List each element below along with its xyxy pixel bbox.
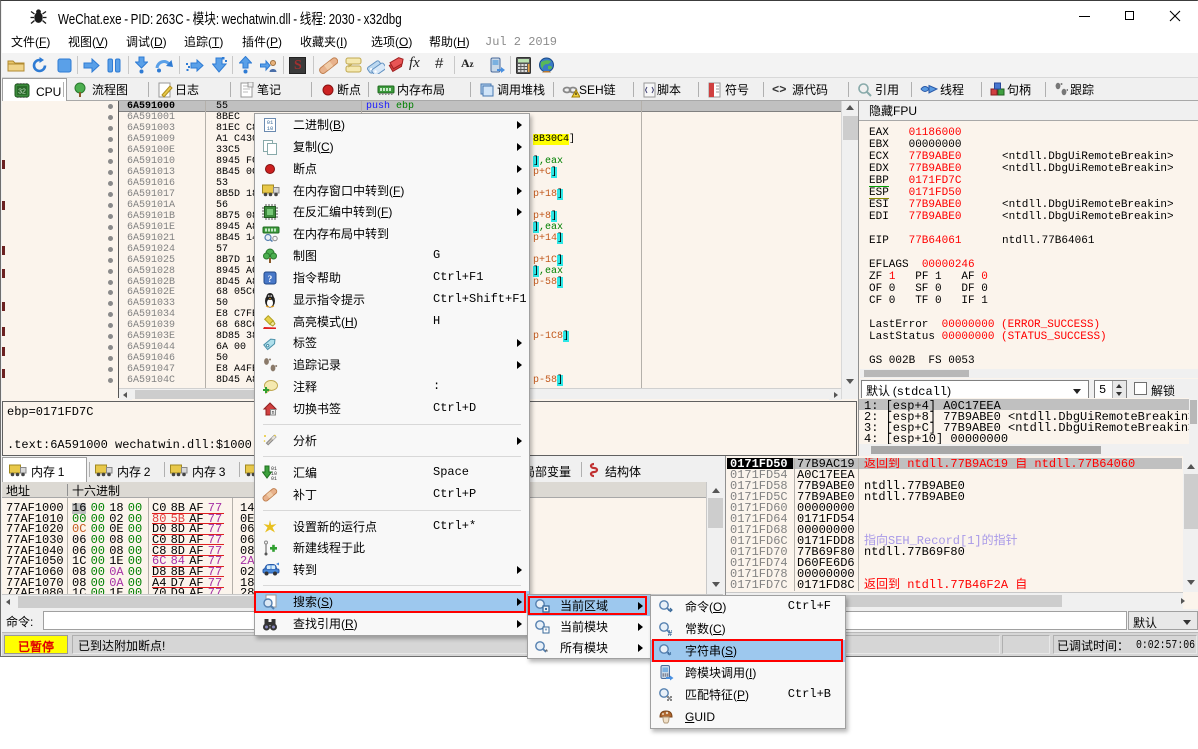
svg-text:?: ?: [268, 274, 273, 284]
svg-text:“: “: [667, 649, 672, 660]
svg-text:n: n: [272, 410, 275, 416]
svg-text:#: #: [668, 628, 673, 637]
svg-text:*: *: [545, 626, 548, 635]
svg-text:10: 10: [267, 125, 274, 132]
svg-text:*: *: [545, 647, 548, 656]
svg-text:01: 01: [271, 476, 277, 481]
